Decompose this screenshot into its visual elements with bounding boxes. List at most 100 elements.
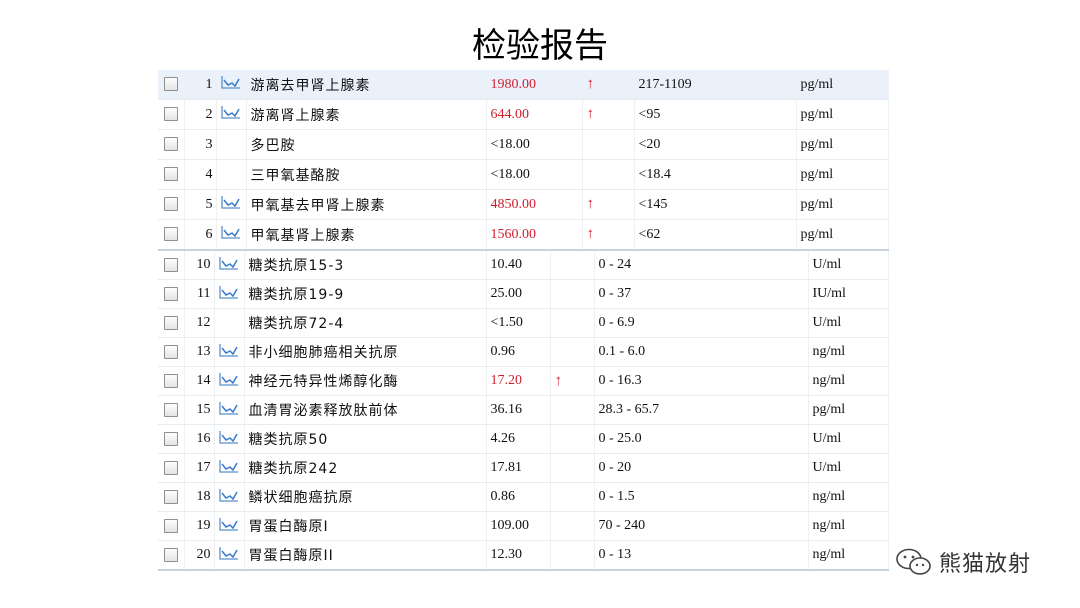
test-name: 游离去甲肾上腺素 bbox=[246, 70, 487, 100]
table-row[interactable]: 20 胃蛋白酶原II 12.30 0 - 13 ng/ml bbox=[158, 540, 889, 571]
test-name: 鳞状细胞癌抗原 bbox=[244, 482, 487, 512]
trend-chart-icon[interactable] bbox=[219, 256, 239, 270]
reference-range: 0.1 - 6.0 bbox=[594, 337, 809, 367]
unit: ng/ml bbox=[808, 540, 889, 571]
unit: pg/ml bbox=[796, 99, 889, 130]
page-title: 检验报告 bbox=[472, 26, 608, 66]
trend-cell bbox=[214, 366, 245, 396]
trend-chart-icon[interactable] bbox=[219, 488, 239, 502]
trend-chart-icon[interactable] bbox=[219, 546, 239, 560]
high-flag bbox=[550, 482, 595, 512]
table-row[interactable]: 2 游离肾上腺素 644.00 ↑ <95 pg/ml bbox=[158, 99, 889, 130]
row-checkbox[interactable] bbox=[163, 286, 178, 301]
table-row[interactable]: 1 游离去甲肾上腺素 1980.00 ↑ 217-1109 pg/ml bbox=[158, 70, 889, 100]
row-select-cell bbox=[158, 189, 185, 220]
trend-chart-icon[interactable] bbox=[221, 105, 241, 119]
row-checkbox[interactable] bbox=[163, 518, 178, 533]
row-select-cell bbox=[158, 219, 185, 250]
test-name: 甲氧基肾上腺素 bbox=[246, 219, 487, 250]
unit: pg/ml bbox=[796, 219, 889, 250]
high-flag: ↑ bbox=[582, 189, 635, 220]
row-checkbox[interactable] bbox=[163, 167, 178, 182]
unit: pg/ml bbox=[796, 129, 889, 160]
trend-chart-icon[interactable] bbox=[221, 75, 241, 89]
high-flag bbox=[550, 540, 595, 571]
trend-cell bbox=[216, 99, 247, 130]
row-number: 6 bbox=[184, 219, 217, 250]
trend-chart-icon[interactable] bbox=[221, 225, 241, 239]
trend-chart-icon[interactable] bbox=[219, 372, 239, 386]
table-row[interactable]: 16 糖类抗原50 4.26 0 - 25.0 U/ml bbox=[158, 424, 889, 454]
row-checkbox[interactable] bbox=[163, 107, 178, 122]
row-number: 19 bbox=[184, 511, 215, 541]
unit: pg/ml bbox=[808, 395, 889, 425]
test-value: 25.00 bbox=[486, 279, 551, 309]
row-checkbox[interactable] bbox=[163, 197, 178, 212]
high-flag bbox=[550, 279, 595, 309]
trend-cell bbox=[214, 279, 245, 309]
table-row[interactable]: 18 鳞状细胞癌抗原 0.86 0 - 1.5 ng/ml bbox=[158, 482, 889, 512]
test-value: 0.86 bbox=[486, 482, 551, 512]
row-checkbox[interactable] bbox=[163, 460, 178, 475]
trend-chart-icon[interactable] bbox=[219, 430, 239, 444]
table-row[interactable]: 6 甲氧基肾上腺素 1560.00 ↑ <62 pg/ml bbox=[158, 219, 889, 250]
table-row[interactable]: 11 糖类抗原19-9 25.00 0 - 37 IU/ml bbox=[158, 279, 889, 309]
row-checkbox[interactable] bbox=[163, 315, 178, 330]
unit: ng/ml bbox=[808, 366, 889, 396]
table-row[interactable]: 4 三甲氧基酪胺 <18.00 <18.4 pg/ml bbox=[158, 159, 889, 190]
row-checkbox[interactable] bbox=[163, 402, 178, 417]
table-row[interactable]: 19 胃蛋白酶原I 109.00 70 - 240 ng/ml bbox=[158, 511, 889, 541]
row-checkbox[interactable] bbox=[163, 137, 178, 152]
row-checkbox[interactable] bbox=[163, 344, 178, 359]
table-row[interactable]: 10 糖类抗原15-3 10.40 0 - 24 U/ml bbox=[158, 250, 889, 280]
row-select-cell bbox=[158, 453, 185, 483]
row-checkbox[interactable] bbox=[163, 547, 178, 562]
row-checkbox[interactable] bbox=[163, 373, 178, 388]
unit: IU/ml bbox=[808, 279, 889, 309]
test-value: <18.00 bbox=[486, 159, 583, 190]
table-row[interactable]: 17 糖类抗原242 17.81 0 - 20 U/ml bbox=[158, 453, 889, 483]
unit: ng/ml bbox=[808, 511, 889, 541]
trend-chart-icon[interactable] bbox=[219, 517, 239, 531]
row-checkbox[interactable] bbox=[163, 77, 178, 92]
trend-chart-icon[interactable] bbox=[221, 195, 241, 209]
table-row[interactable]: 12 糖类抗原72-4 <1.50 0 - 6.9 U/ml bbox=[158, 308, 889, 338]
table-row[interactable]: 5 甲氧基去甲肾上腺素 4850.00 ↑ <145 pg/ml bbox=[158, 189, 889, 220]
row-checkbox[interactable] bbox=[163, 431, 178, 446]
row-number: 20 bbox=[184, 540, 215, 571]
test-value: 1560.00 bbox=[486, 219, 583, 250]
table-row[interactable]: 3 多巴胺 <18.00 <20 pg/ml bbox=[158, 129, 889, 160]
test-name: 糖类抗原19-9 bbox=[244, 279, 487, 309]
table-row[interactable]: 14 神经元特异性烯醇化酶 17.20 ↑ 0 - 16.3 ng/ml bbox=[158, 366, 889, 396]
test-value: 109.00 bbox=[486, 511, 551, 541]
trend-cell bbox=[214, 250, 245, 280]
row-number: 4 bbox=[184, 159, 217, 190]
unit: pg/ml bbox=[796, 189, 889, 220]
row-select-cell bbox=[158, 308, 185, 338]
test-value: 1980.00 bbox=[486, 70, 583, 100]
unit: ng/ml bbox=[808, 337, 889, 367]
trend-chart-icon[interactable] bbox=[219, 459, 239, 473]
row-checkbox[interactable] bbox=[163, 257, 178, 272]
row-checkbox[interactable] bbox=[163, 227, 178, 242]
test-name: 胃蛋白酶原II bbox=[244, 540, 487, 571]
reference-range: <95 bbox=[634, 99, 797, 130]
results-table-tumor-markers: 10 糖类抗原15-3 10.40 0 - 24 U/ml 11 糖类抗原19-9 25.00… bbox=[158, 249, 889, 571]
trend-chart-icon[interactable] bbox=[219, 285, 239, 299]
test-value: 36.16 bbox=[486, 395, 551, 425]
unit: pg/ml bbox=[796, 70, 889, 100]
row-select-cell bbox=[158, 366, 185, 396]
row-checkbox[interactable] bbox=[163, 489, 178, 504]
row-number: 16 bbox=[184, 424, 215, 454]
table-row[interactable]: 15 血清胃泌素释放肽前体 36.16 28.3 - 65.7 pg/ml bbox=[158, 395, 889, 425]
trend-chart-icon[interactable] bbox=[219, 401, 239, 415]
table-row[interactable]: 13 非小细胞肺癌相关抗原 0.96 0.1 - 6.0 ng/ml bbox=[158, 337, 889, 367]
row-number: 11 bbox=[184, 279, 215, 309]
high-flag bbox=[550, 511, 595, 541]
trend-cell bbox=[216, 159, 247, 190]
test-name: 糖类抗原15-3 bbox=[244, 250, 487, 280]
high-flag: ↑ bbox=[550, 366, 595, 396]
trend-cell bbox=[214, 482, 245, 512]
trend-chart-icon[interactable] bbox=[219, 343, 239, 357]
row-select-cell bbox=[158, 159, 185, 190]
